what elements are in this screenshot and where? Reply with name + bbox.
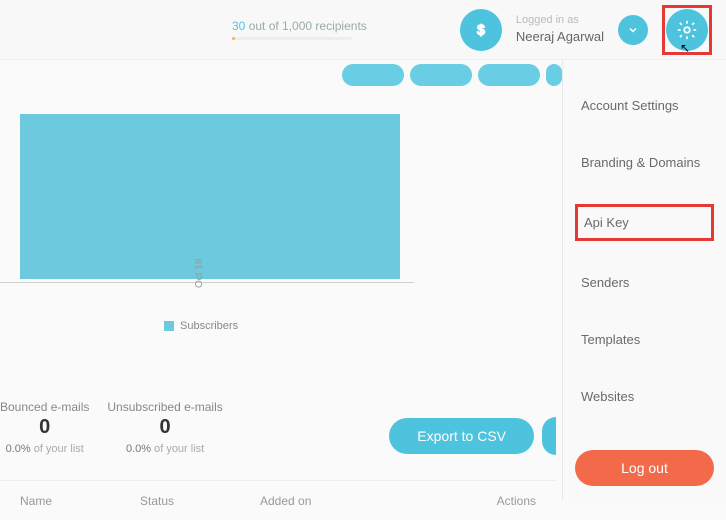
recipients-text: out of 1,000 recipients [245, 19, 366, 33]
chevron-down-icon [627, 24, 639, 36]
chart-x-axis [0, 282, 414, 283]
th-added-on: Added on [260, 494, 400, 508]
th-name: Name [20, 494, 140, 508]
legend-label: Subscribers [180, 320, 238, 332]
chart-bar [20, 114, 400, 279]
stat-unsubscribed: Unsubscribed e-mails 0 0.0% of your list [107, 400, 222, 455]
recipients-progress-bar [232, 37, 352, 40]
recipients-count: 30 [232, 19, 245, 33]
th-status: Status [140, 494, 260, 508]
filter-pill[interactable] [410, 64, 472, 86]
billing-icon[interactable]: $ [460, 9, 502, 51]
stat-value: 0 [107, 416, 222, 439]
menu-websites[interactable]: Websites [575, 381, 714, 412]
menu-branding-domains[interactable]: Branding & Domains [575, 147, 714, 178]
list-actions: Export to CSV [389, 417, 556, 455]
menu-api-key[interactable]: Api Key [575, 204, 714, 241]
settings-dropdown: Account Settings Branding & Domains Api … [562, 60, 726, 500]
chart-legend: Subscribers [164, 320, 238, 332]
cursor-icon: ↖ [680, 41, 690, 55]
subscribers-chart: Oct 18 Subscribers [0, 112, 414, 392]
main-content: Oct 18 Subscribers Bounced e-mails 0 0.0… [0, 60, 562, 500]
stat-label: Bounced e-mails [0, 400, 89, 414]
stat-sub: 0.0% of your list [0, 443, 89, 455]
stat-label: Unsubscribed e-mails [107, 400, 222, 414]
menu-account-settings[interactable]: Account Settings [575, 90, 714, 121]
filter-pill[interactable] [478, 64, 540, 86]
button-stub[interactable] [542, 417, 556, 455]
stats-row: Bounced e-mails 0 0.0% of your list Unsu… [0, 400, 556, 455]
chart-x-tick: Oct 18 [194, 259, 205, 288]
filter-pill[interactable] [546, 64, 562, 86]
filter-pills [342, 64, 562, 86]
stat-value: 0 [0, 416, 89, 439]
top-bar: 30 out of 1,000 recipients $ Logged in a… [0, 0, 726, 60]
recipients-quota: 30 out of 1,000 recipients [232, 19, 367, 40]
stat-bounced: Bounced e-mails 0 0.0% of your list [0, 400, 89, 455]
settings-button[interactable]: ↖ [666, 9, 708, 51]
menu-templates[interactable]: Templates [575, 324, 714, 355]
svg-text:$: $ [477, 22, 485, 37]
gear-icon [676, 19, 698, 41]
menu-senders[interactable]: Senders [575, 267, 714, 298]
th-actions: Actions [497, 494, 536, 508]
user-name: Neeraj Agarwal [516, 28, 604, 46]
filter-pill[interactable] [342, 64, 404, 86]
user-dropdown-toggle[interactable] [618, 15, 648, 45]
export-csv-button[interactable]: Export to CSV [389, 418, 534, 454]
stat-sub: 0.0% of your list [107, 443, 222, 455]
logout-button[interactable]: Log out [575, 450, 714, 486]
settings-button-highlight: ↖ [662, 5, 712, 55]
table-header: Name Status Added on Actions [0, 480, 556, 520]
logged-in-label: Logged in as [516, 13, 604, 28]
legend-swatch [164, 321, 174, 331]
logged-in-block: Logged in as Neeraj Agarwal [516, 13, 604, 47]
